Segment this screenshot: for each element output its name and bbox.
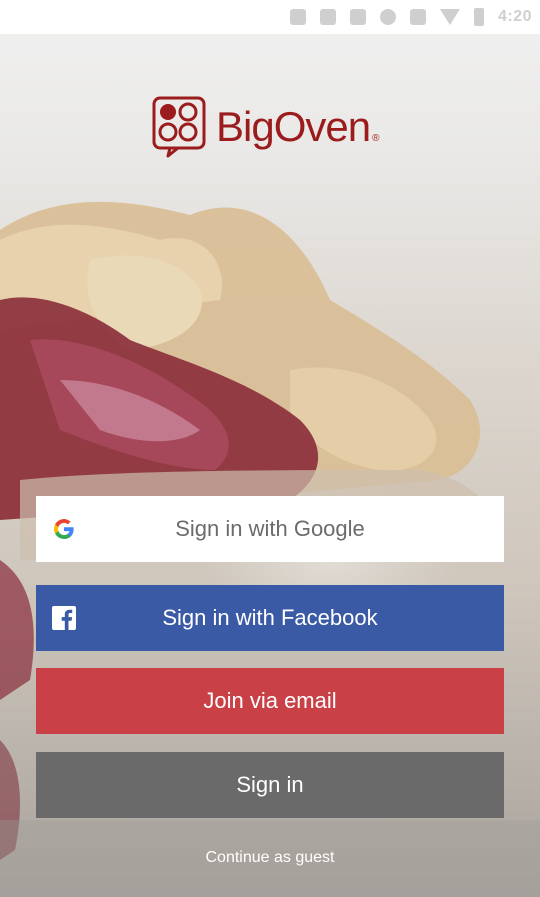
notification-icon bbox=[289, 9, 306, 25]
facebook-icon bbox=[52, 606, 76, 630]
status-bar: 4:20 bbox=[0, 0, 540, 34]
facebook-signin-label: Sign in with Facebook bbox=[162, 605, 378, 630]
join-email-label: Join via email bbox=[203, 688, 337, 713]
status-time: 4:20 bbox=[497, 8, 532, 25]
google-signin-label: Sign in with Google bbox=[175, 516, 365, 541]
alarm-icon bbox=[379, 9, 396, 25]
logo-text: BigOven bbox=[216, 103, 371, 150]
status-icons: 4:20 bbox=[289, 6, 532, 28]
login-screen: 4:20 BigOven ® Sign in with Google Sign … bbox=[0, 0, 540, 897]
sign-in-button[interactable]: Sign in bbox=[36, 752, 504, 818]
bigoven-logo-icon bbox=[152, 96, 206, 158]
facebook-signin-button[interactable]: Sign in with Facebook bbox=[36, 585, 504, 651]
lock-icon bbox=[409, 9, 426, 25]
download-icon bbox=[319, 9, 336, 25]
bigoven-logo: BigOven ® bbox=[152, 94, 392, 160]
google-icon bbox=[52, 517, 76, 541]
continue-as-guest-label: Continue as guest bbox=[205, 849, 335, 866]
join-email-button[interactable]: Join via email bbox=[36, 668, 504, 734]
continue-as-guest-link[interactable]: Continue as guest bbox=[0, 849, 540, 867]
google-signin-button[interactable]: Sign in with Google bbox=[36, 496, 504, 562]
logo-registered-mark: ® bbox=[372, 133, 380, 144]
sign-in-label: Sign in bbox=[236, 772, 304, 797]
game-icon bbox=[349, 9, 366, 25]
battery-icon bbox=[473, 8, 484, 26]
wifi-icon bbox=[439, 9, 460, 25]
